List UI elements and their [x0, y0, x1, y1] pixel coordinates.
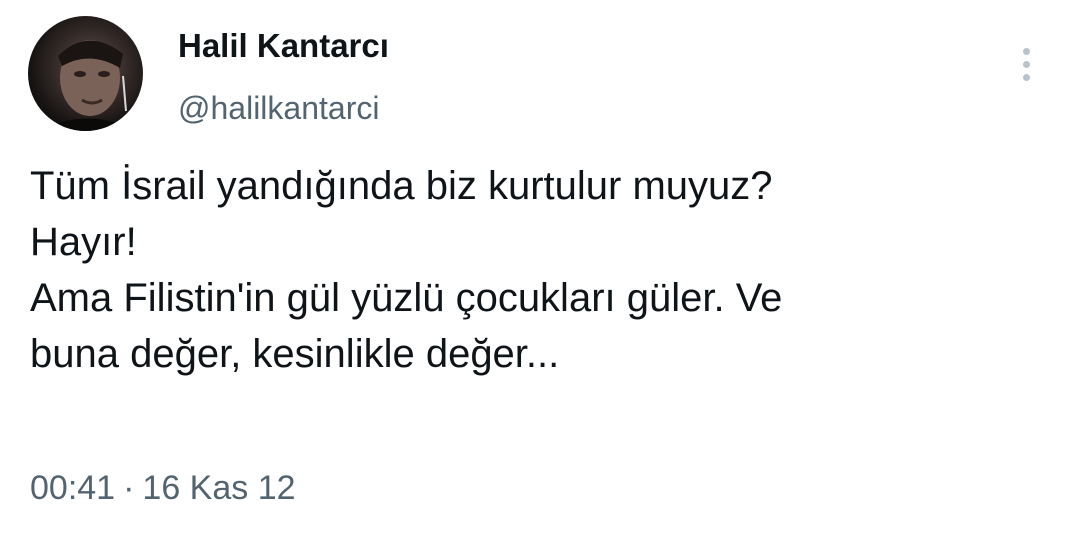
- tweet-text-line: Tüm İsrail yandığında biz kurtulur muyuz…: [30, 164, 773, 208]
- tweet-card: Halil Kantarcı @halilkantarci Tüm İsrail…: [0, 0, 1080, 541]
- vertical-dots-icon: [1022, 73, 1030, 81]
- tweet-text: Tüm İsrail yandığında biz kurtulur muyuz…: [30, 158, 1040, 382]
- avatar[interactable]: [28, 16, 143, 131]
- author-display-name[interactable]: Halil Kantarcı: [178, 26, 389, 66]
- tweet-text-line: buna değer, kesinlikle değer...: [30, 332, 560, 376]
- author-handle[interactable]: @halilkantarci: [178, 88, 389, 128]
- more-options-button[interactable]: [1008, 40, 1044, 88]
- vertical-dots-icon: [1022, 60, 1030, 68]
- meta-separator: ·: [123, 469, 135, 507]
- vertical-dots-icon: [1022, 47, 1030, 55]
- author-block: Halil Kantarcı @halilkantarci: [178, 26, 389, 128]
- tweet-text-line: Hayır!: [30, 220, 137, 264]
- tweet-timestamp[interactable]: 00:41 · 16 Kas 12: [30, 466, 296, 510]
- tweet-time: 00:41: [30, 469, 116, 507]
- tweet-date: 16 Kas 12: [142, 469, 296, 507]
- avatar-photo-icon: [38, 40, 138, 131]
- tweet-text-line: Ama Filistin'in gül yüzlü çocukları güle…: [30, 276, 783, 320]
